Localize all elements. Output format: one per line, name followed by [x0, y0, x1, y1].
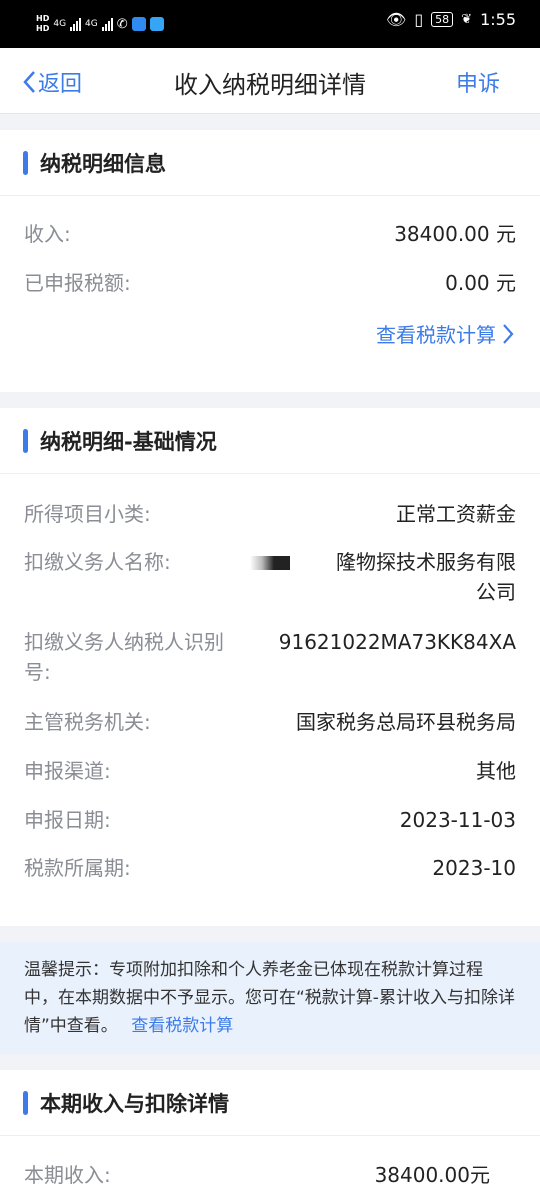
status-bar: HD HD 4G 4G ✆ 👁 ▯ 58 ❦ 1:55: [0, 0, 540, 48]
tax-info-title: 纳税明细信息: [40, 151, 166, 176]
hd-top-label: HD: [36, 14, 50, 23]
battery-icon: 58: [431, 12, 454, 27]
tip-text: 温馨提示：专项附加扣除和个人养老金已体现在税款计算过程中，在本期数据中不予显示。…: [24, 960, 515, 1036]
tip-banner: 温馨提示：专项附加扣除和个人养老金已体现在税款计算过程中，在本期数据中不予显示。…: [0, 942, 540, 1054]
income-label: 收入:: [24, 222, 71, 246]
channel-label: 申报渠道:: [24, 759, 111, 783]
view-tax-calc-link[interactable]: 查看税款计算: [376, 319, 514, 348]
vibrate-icon: ▯: [414, 10, 424, 29]
authority-label: 主管税务机关:: [24, 710, 151, 734]
basic-info-header: 纳税明细-基础情况: [0, 408, 540, 474]
basic-info-card: 纳税明细-基础情况 所得项目小类: 正常工资薪金 扣缴义务人名称: 隆物探技术服…: [0, 408, 540, 926]
call-icon: ✆: [116, 16, 128, 32]
network-type-1: 4G: [53, 19, 67, 29]
signal-icon: [70, 17, 82, 31]
hd-bottom-label: HD: [36, 24, 50, 33]
authority-value: 国家税务总局环县税务局: [296, 710, 516, 734]
network-type-2: 4G: [85, 19, 98, 29]
appeal-button[interactable]: 申诉: [456, 66, 500, 98]
section-marker: [23, 428, 28, 453]
taxid-row: 扣缴义务人纳税人识别 号: 91621022MA73KK84XA: [24, 627, 516, 691]
current-income-value: 38400.00元: [374, 1163, 490, 1187]
current-period-header: 本期收入与扣除详情: [0, 1070, 540, 1136]
withholder-row: 扣缴义务人名称: 隆物探技术服务有限 公司: [24, 547, 516, 611]
date-value: 2023-11-03: [399, 808, 516, 832]
income-value: 38400.00 元: [394, 222, 516, 246]
current-period-card: 本期收入与扣除详情 本期收入: 38400.00元: [0, 1070, 540, 1194]
period-value: 2023-10: [432, 856, 516, 880]
taxid-label-line1: 扣缴义务人纳税人识别: [24, 630, 224, 654]
eye-icon: 👁: [386, 10, 407, 29]
tax-info-header: 纳税明细信息: [0, 130, 540, 196]
withholder-value-line2: 公司: [476, 580, 516, 604]
clock: 1:55: [480, 10, 516, 29]
tip-view-calc-link[interactable]: 查看税款计算: [131, 1016, 233, 1036]
nav-bar: 返回 收入纳税明细详情 申诉: [0, 48, 540, 114]
date-label: 申报日期:: [24, 808, 111, 832]
leaf-icon: ❦: [461, 12, 473, 27]
declared-tax-label: 已申报税额:: [24, 271, 131, 295]
taxid-label-line2: 号:: [24, 660, 51, 684]
withholder-value-line1: 隆物探技术服务有限: [276, 550, 516, 574]
chevron-right-icon: [503, 323, 514, 344]
tax-info-card: 纳税明细信息 收入: 38400.00 元 已申报税额: 0.00 元 查看税款…: [0, 130, 540, 392]
section-marker: [23, 150, 28, 175]
redaction-mark: [250, 556, 290, 570]
current-income-label: 本期收入:: [24, 1163, 111, 1187]
period-label: 税款所属期:: [24, 856, 131, 880]
basic-info-title: 纳税明细-基础情况: [40, 429, 217, 454]
section-marker: [23, 1090, 28, 1115]
hd-indicator: HD HD: [36, 14, 49, 34]
taxid-value: 91621022MA73KK84XA: [278, 630, 516, 654]
view-tax-calc-label: 查看税款计算: [376, 323, 496, 347]
signal-icon-2: [101, 17, 113, 31]
app-notification-icon-2: [149, 17, 164, 31]
category-label: 所得项目小类:: [24, 502, 151, 526]
channel-value: 其他: [476, 759, 516, 783]
app-notification-icon: [131, 17, 146, 31]
current-period-title: 本期收入与扣除详情: [40, 1091, 229, 1116]
declared-tax-value: 0.00 元: [445, 271, 516, 295]
taxid-label: 扣缴义务人纳税人识别 号:: [24, 627, 224, 687]
category-value: 正常工资薪金: [396, 502, 516, 526]
withholder-label: 扣缴义务人名称:: [24, 550, 171, 574]
withholder-value: 隆物探技术服务有限 公司: [276, 547, 516, 607]
